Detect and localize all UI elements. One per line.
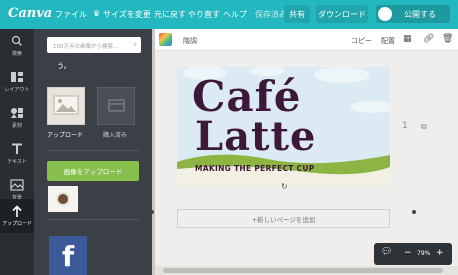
- panel-search-icon: ⌕: [133, 41, 137, 48]
- nav-text-label: テキスト: [7, 159, 27, 165]
- nav-layout[interactable]: レイアウト: [0, 65, 34, 101]
- facebook-tile[interactable]: f: [49, 236, 87, 275]
- page-number: 1: [402, 121, 408, 131]
- nav-search[interactable]: 検索: [0, 29, 34, 65]
- share-button[interactable]: 共有: [284, 5, 310, 23]
- elements-icon: [11, 108, 23, 118]
- uploads-tile-label: アップロード: [47, 132, 84, 139]
- text-icon: [12, 143, 22, 154]
- menu-help[interactable]: ヘルプ: [223, 9, 247, 20]
- font-selector[interactable]: 階調: [183, 36, 197, 46]
- uploads-tile[interactable]: [47, 87, 85, 125]
- publish-toggle[interactable]: [378, 7, 392, 21]
- transparency-icon[interactable]: ▦: [403, 34, 412, 44]
- coffee-cup-icon: [56, 192, 70, 206]
- publish-button[interactable]: 公開する: [376, 5, 450, 23]
- trash-icon[interactable]: 🗑︎: [442, 34, 453, 44]
- zoom-control: 💬︎ − 79% +: [374, 243, 452, 265]
- design-subtitle[interactable]: MAKING THE PERFECT CUP: [195, 164, 315, 173]
- upload-icon: [12, 205, 22, 217]
- panel-divider-2: [47, 219, 139, 220]
- copy-button[interactable]: コピー: [351, 36, 372, 46]
- upload-image-button[interactable]: 画像をアップロード: [47, 161, 139, 181]
- zoom-out-button[interactable]: −: [404, 248, 412, 258]
- color-picker-icon[interactable]: [159, 33, 172, 46]
- partial-text: う。: [57, 62, 71, 70]
- comment-icon[interactable]: 💬︎: [381, 247, 392, 257]
- uploaded-image-thumb[interactable]: [48, 186, 78, 212]
- nav-upload[interactable]: アップロード: [0, 199, 34, 233]
- menu-undo[interactable]: 元に戻す: [154, 9, 186, 20]
- search-icon: [11, 35, 22, 46]
- add-page-button[interactable]: +新しいページを追加: [177, 209, 390, 228]
- publish-label: 公開する: [404, 9, 436, 19]
- panel-divider: [47, 150, 139, 151]
- nav-elements-label: 素材: [11, 123, 22, 129]
- nav-upload-label: アップロード: [1, 221, 32, 227]
- top-bar: Canva ファイル ♛ サイズを変更 元に戻す やり直す ヘルプ 保存済み 共…: [0, 0, 458, 29]
- card-icon: [108, 99, 125, 112]
- canva-logo[interactable]: Canva: [8, 6, 52, 21]
- image-search-input[interactable]: 100万点の画像から検索… ⌕: [47, 37, 141, 53]
- nav-elements[interactable]: 素材: [0, 101, 34, 137]
- rotate-icon[interactable]: ↻: [281, 182, 288, 191]
- left-nav: 検索 レイアウト 素材 テキスト 背景 アップロード: [0, 29, 34, 275]
- link-icon[interactable]: 🔗︎: [423, 34, 434, 44]
- zoom-level: 79%: [417, 250, 431, 257]
- duplicate-page-icon[interactable]: ⧉: [421, 122, 427, 132]
- purchased-tile-label: 購入済み: [103, 132, 128, 139]
- crown-icon: ♛: [93, 9, 101, 18]
- nav-search-label: 検索: [11, 51, 22, 57]
- purchased-tile[interactable]: [97, 87, 135, 125]
- menu-file[interactable]: ファイル: [55, 9, 87, 20]
- image-placeholder-icon: [53, 95, 79, 115]
- scrollbar-thumb[interactable]: [163, 268, 443, 273]
- nav-text[interactable]: テキスト: [0, 137, 34, 173]
- canvas-scrollbar[interactable]: [155, 266, 458, 275]
- zoom-in-button[interactable]: +: [436, 248, 444, 258]
- design-title-line2[interactable]: Latte: [195, 114, 316, 160]
- download-button[interactable]: ダウンロード: [316, 5, 368, 23]
- panel-scrollbar[interactable]: [152, 29, 155, 275]
- arrange-button[interactable]: 配置: [381, 36, 395, 46]
- design-canvas[interactable]: Café Latte MAKING THE PERFECT CUP: [177, 67, 390, 187]
- search-placeholder: 100万点の画像から検索…: [53, 44, 119, 50]
- background-icon: [10, 179, 24, 191]
- facebook-icon: f: [62, 240, 75, 273]
- menu-resize[interactable]: サイズを変更: [103, 9, 151, 20]
- nav-layout-label: レイアウト: [4, 87, 30, 93]
- resize-handle-left[interactable]: [150, 210, 154, 214]
- menu-redo[interactable]: やり直す: [188, 9, 220, 20]
- canvas-toolbar: 階調 コピー 配置 ▦ 🔗︎ 🗑︎: [155, 29, 458, 51]
- layout-icon: [11, 72, 23, 82]
- resize-handle-right[interactable]: [412, 210, 416, 214]
- side-panel: 100万点の画像から検索… ⌕ う。 アップロード 購入済み 画像をアップロード…: [34, 29, 152, 275]
- save-status: 保存済み: [255, 10, 287, 19]
